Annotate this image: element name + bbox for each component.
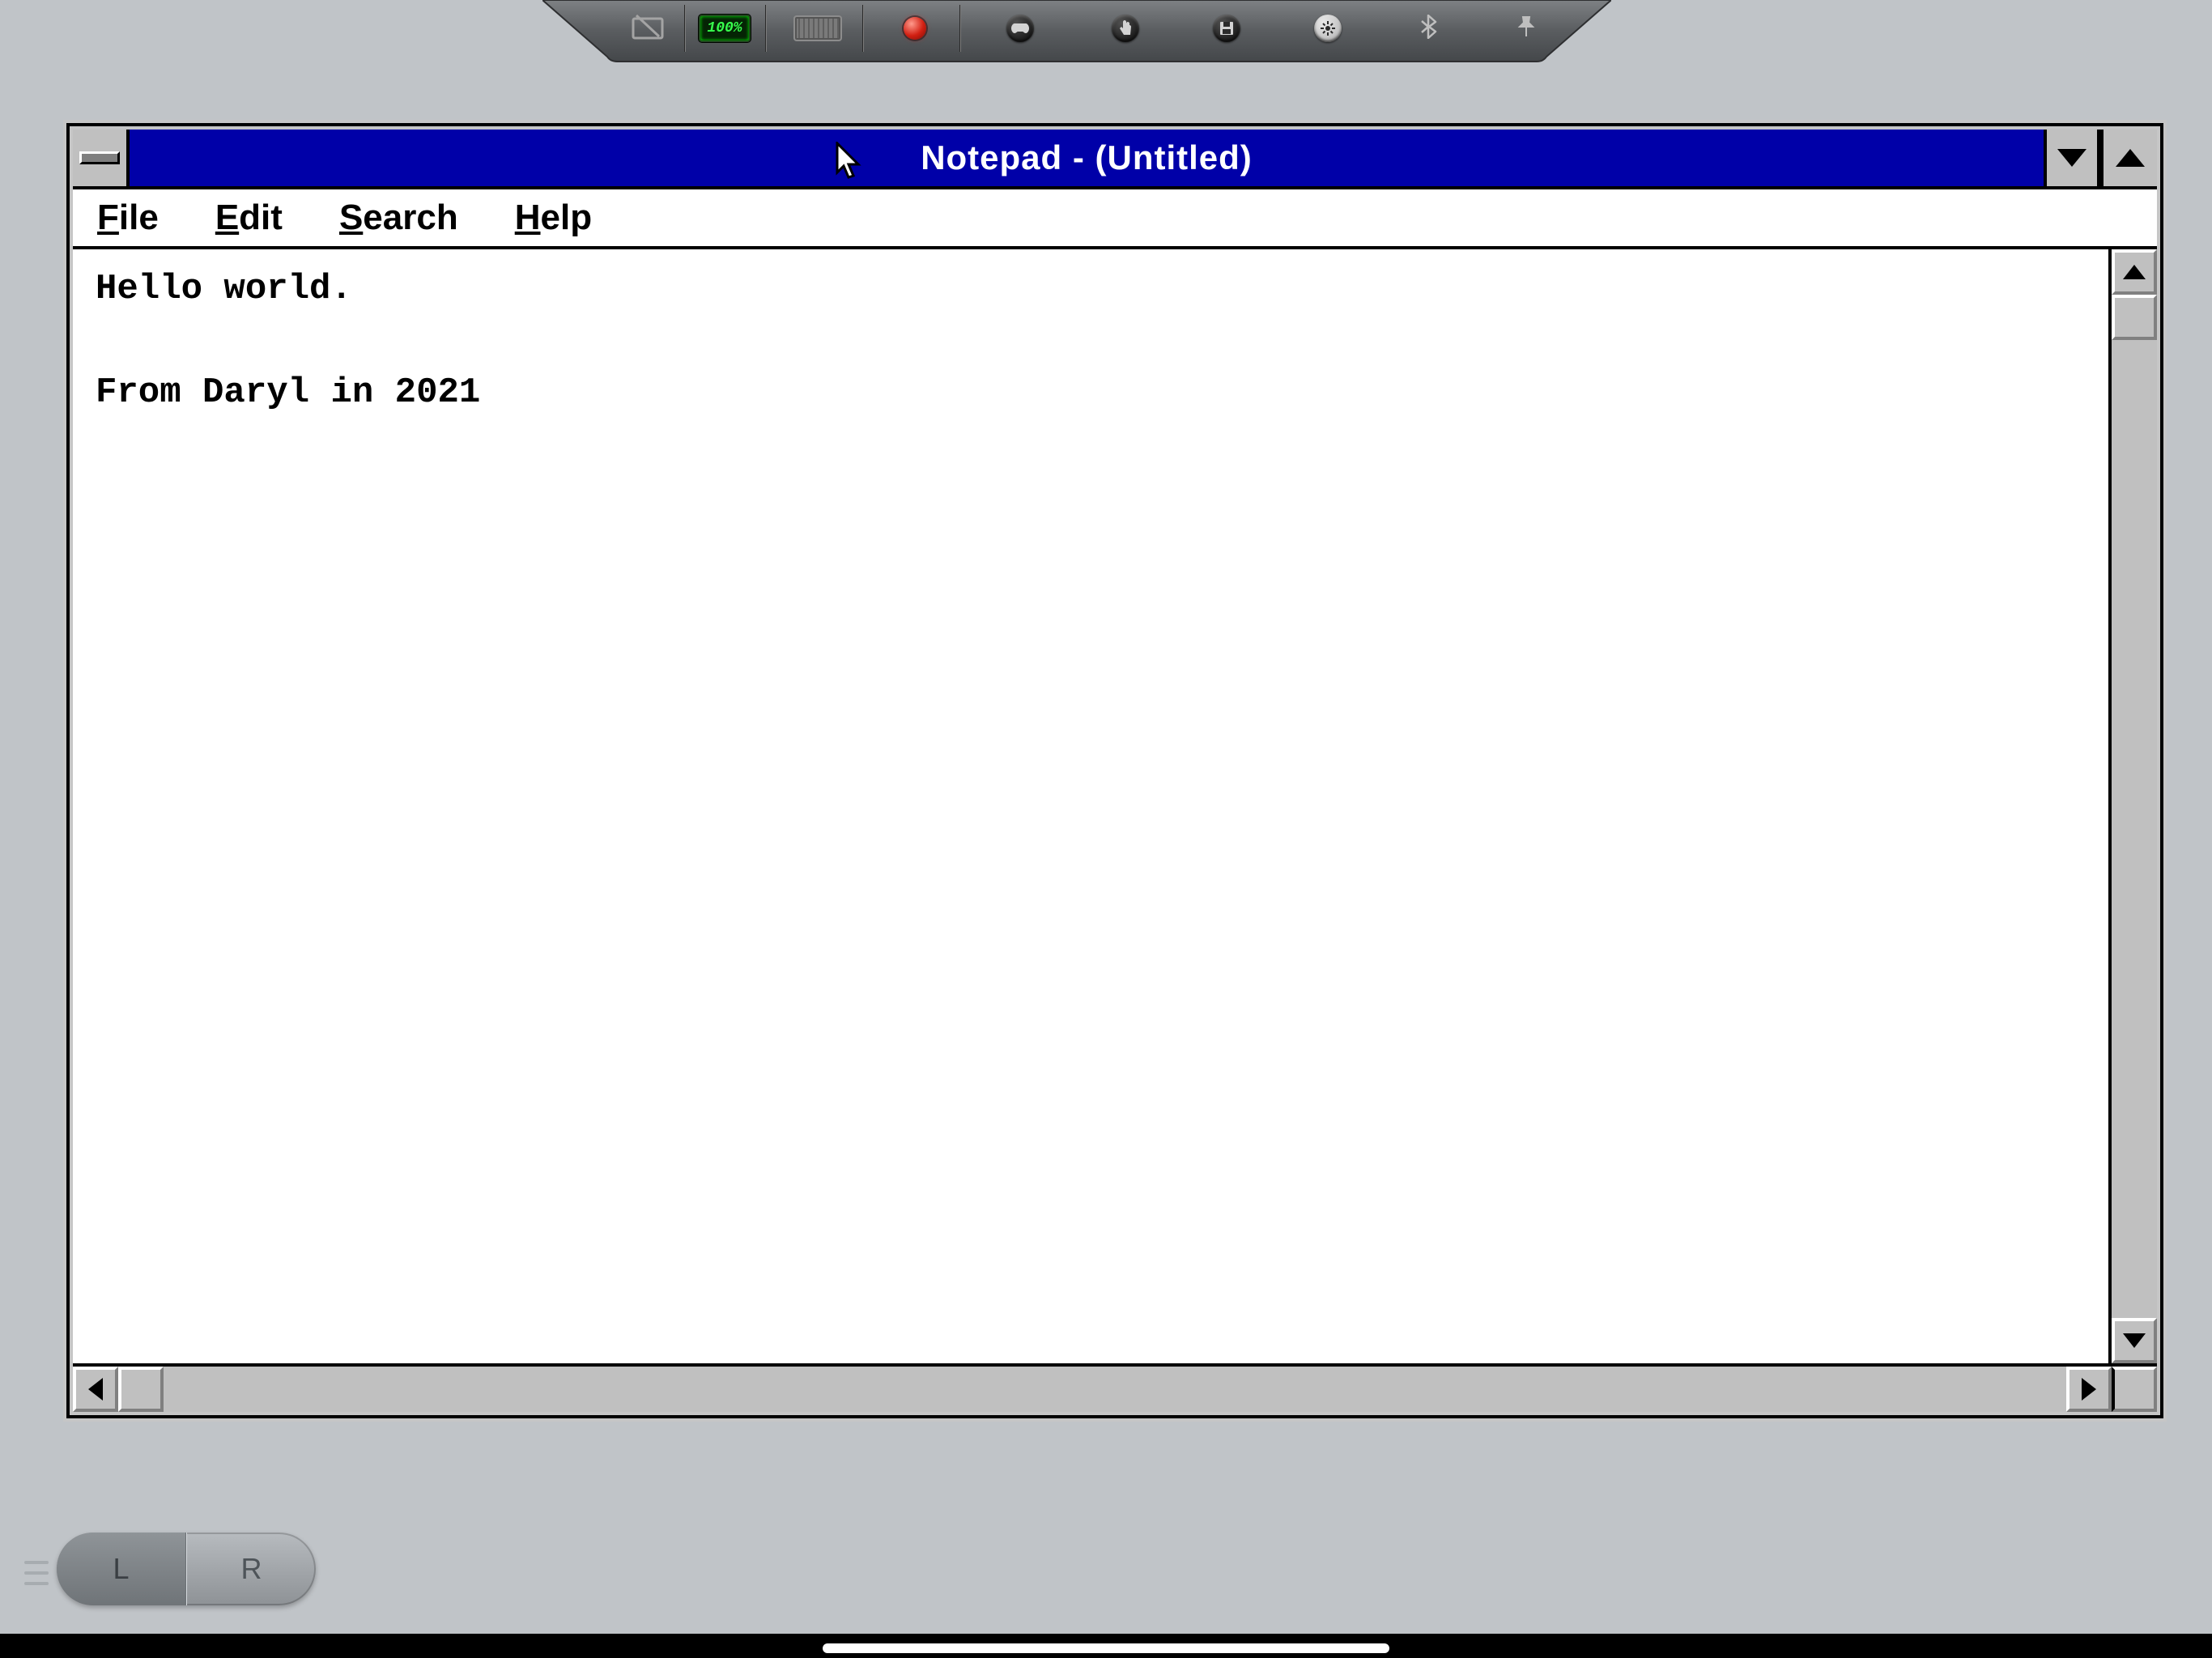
mouse-button-widget: L R	[57, 1533, 316, 1605]
arrow-right-icon	[2082, 1378, 2096, 1401]
bluetooth-icon	[1421, 15, 1437, 43]
bottom-bar	[0, 1634, 2212, 1658]
scroll-down-button[interactable]	[2112, 1318, 2157, 1363]
record-button[interactable]	[887, 8, 943, 49]
menu-edit-label: dit	[239, 198, 283, 237]
settings-button[interactable]	[1300, 8, 1356, 49]
sizegrip[interactable]	[2112, 1367, 2157, 1412]
vertical-scroll-thumb[interactable]	[2112, 295, 2157, 340]
record-icon	[904, 17, 926, 40]
menu-help-label: elp	[541, 198, 593, 237]
side-menu-button[interactable]	[24, 1561, 49, 1585]
scroll-right-button[interactable]	[2066, 1367, 2112, 1412]
arrow-up-icon	[2123, 265, 2146, 279]
pin-button[interactable]	[1498, 8, 1555, 49]
gamepad-icon	[1006, 15, 1034, 42]
disk-icon	[1213, 15, 1240, 42]
maximize-icon	[2116, 149, 2145, 167]
right-click-button[interactable]: R	[187, 1533, 316, 1605]
left-click-button[interactable]: L	[57, 1533, 185, 1605]
gear-icon	[1314, 15, 1342, 42]
right-click-label: R	[241, 1552, 262, 1586]
onscreen-keyboard-button[interactable]	[789, 8, 846, 49]
minimize-button[interactable]	[2044, 130, 2100, 186]
vertical-scrollbar[interactable]	[2108, 249, 2157, 1363]
menu-search-hotkey: S	[339, 198, 363, 237]
horizontal-scroll-thumb[interactable]	[118, 1367, 164, 1412]
touch-mode-button[interactable]	[1097, 8, 1154, 49]
battery-icon: 100%	[699, 15, 751, 42]
horizontal-scrollbar[interactable]	[73, 1363, 2157, 1412]
menubar: File Edit Search Help	[73, 189, 2157, 249]
scroll-up-button[interactable]	[2112, 249, 2157, 295]
bluetooth-button[interactable]	[1401, 8, 1457, 49]
client-area: Hello world. From Daryl in 2021	[73, 249, 2157, 1363]
menu-help-hotkey: H	[515, 198, 541, 237]
menu-file[interactable]: File	[97, 198, 159, 238]
keyboard-icon	[793, 15, 842, 41]
battery-indicator[interactable]: 100%	[696, 8, 753, 49]
minimize-icon	[2057, 149, 2087, 167]
disk-menu-button[interactable]	[1198, 8, 1255, 49]
battery-level-label: 100%	[707, 20, 742, 36]
hand-icon	[1112, 15, 1139, 42]
scroll-left-button[interactable]	[73, 1367, 118, 1412]
menu-file-label: ile	[119, 198, 159, 237]
horizontal-scroll-track[interactable]	[118, 1367, 2066, 1412]
emulator-toolbar: 100%	[542, 0, 1611, 57]
maximize-button[interactable]	[2100, 130, 2157, 186]
menu-file-hotkey: F	[97, 198, 119, 237]
system-menu-button[interactable]	[73, 130, 130, 186]
text-editor[interactable]: Hello world. From Daryl in 2021	[73, 249, 2108, 1363]
left-click-label: L	[113, 1552, 129, 1586]
fullscreen-toggle-button[interactable]	[619, 8, 676, 49]
gamepad-button[interactable]	[992, 8, 1049, 49]
menu-search[interactable]: Search	[339, 198, 458, 238]
arrow-left-icon	[88, 1378, 103, 1401]
menu-help[interactable]: Help	[515, 198, 592, 238]
vertical-scroll-track[interactable]	[2112, 295, 2157, 1318]
pin-icon	[1516, 15, 1536, 42]
home-indicator[interactable]	[823, 1643, 1389, 1653]
notepad-window: Notepad - (Untitled) File Edit Search He…	[66, 123, 2163, 1418]
menu-edit[interactable]: Edit	[215, 198, 283, 238]
arrow-down-icon	[2123, 1333, 2146, 1348]
menu-edit-hotkey: E	[215, 198, 239, 237]
system-menu-icon	[79, 151, 120, 164]
window-title: Notepad - (Untitled)	[130, 130, 2044, 186]
fullscreen-icon	[632, 14, 664, 44]
titlebar[interactable]: Notepad - (Untitled)	[73, 130, 2157, 189]
menu-search-label: earch	[363, 198, 457, 237]
